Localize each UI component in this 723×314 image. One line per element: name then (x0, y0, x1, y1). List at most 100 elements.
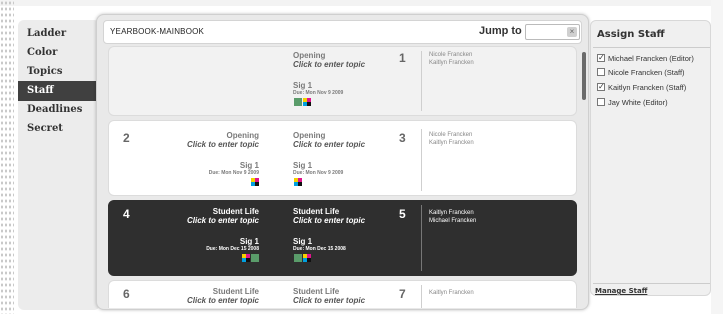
nav-item-secret[interactable]: Secret (18, 119, 100, 139)
page-title: Student Life (293, 207, 340, 216)
page-number: 4 (123, 207, 130, 221)
due-date: Due: Mon Dec 15 2008 (293, 246, 346, 252)
color-icon (303, 254, 311, 262)
topic-field[interactable]: Click to enter topic (159, 296, 259, 305)
page-right[interactable]: Student Life Click to enter topic Sig 1 … (293, 207, 393, 263)
photo-icon (251, 254, 259, 262)
status-icons (293, 254, 393, 263)
staff-name: Kaitlyn Francken (429, 60, 474, 66)
topic-field[interactable]: Click to enter topic (293, 296, 393, 305)
color-icon (303, 98, 311, 106)
page-right[interactable]: Opening Click to enter topic Sig 1 Due: … (293, 51, 393, 107)
topic-field[interactable]: Click to enter topic (293, 60, 393, 69)
color-icon (251, 178, 259, 186)
due-date: Due: Mon Nov 9 2009 (208, 170, 259, 176)
page-title: Opening (226, 131, 259, 140)
scrollbar[interactable] (582, 46, 586, 308)
page-number: 6 (123, 287, 130, 301)
manage-staff-link[interactable]: Manage Staff (595, 287, 647, 295)
assigned-staff: Nicole Francken Kaitlyn Francken (429, 131, 474, 147)
page-left[interactable]: Student Life Click to enter topic Sig 1 … (159, 207, 259, 263)
panel-header: YEARBOOK-MAINBOOK Jump to × (103, 20, 582, 44)
due-date: Due: Mon Nov 9 2009 (293, 170, 344, 176)
page-right[interactable]: Opening Click to enter topic Sig 1 Due: … (293, 131, 393, 187)
staff-option-label: Michael Francken (Editor) (608, 54, 694, 63)
signature-label: Sig 1 (293, 237, 313, 246)
staff-option[interactable]: Nicole Francken (Staff) (597, 67, 685, 79)
staff-name: Kaitlyn Francken (429, 210, 474, 216)
book-title: YEARBOOK-MAINBOOK (110, 27, 205, 36)
staff-name: Michael Francken (429, 218, 477, 224)
page-number: 3 (399, 131, 406, 145)
spread-list[interactable]: Opening Click to enter topic Sig 1 Due: … (103, 46, 582, 308)
checkbox-checked[interactable] (597, 81, 605, 93)
page-left[interactable]: Opening Click to enter topic Sig 1 Due: … (159, 131, 259, 187)
nav-item-staff[interactable]: Staff (18, 81, 100, 101)
photo-icon (294, 98, 302, 106)
jump-to-label: Jump to (479, 25, 522, 37)
page-number: 1 (399, 51, 406, 65)
page-title: Student Life (293, 287, 340, 296)
background-band-right (711, 0, 723, 314)
staff-name: Kaitlyn Francken (429, 290, 474, 296)
scroll-thumb[interactable] (582, 52, 586, 100)
page-title: Opening (293, 51, 326, 60)
signature-label: Sig 1 (293, 161, 313, 170)
page-left[interactable]: Student Life Click to enter topic (159, 287, 259, 305)
divider (593, 283, 710, 284)
divider (421, 51, 422, 111)
status-icons (159, 254, 259, 263)
page-title: Opening (293, 131, 326, 140)
photo-icon (294, 254, 302, 262)
staff-name: Nicole Francken (429, 52, 473, 58)
ladder-panel: YEARBOOK-MAINBOOK Jump to × Opening Clic… (96, 14, 589, 310)
spread-row[interactable]: Opening Click to enter topic Sig 1 Due: … (108, 46, 577, 116)
staff-name: Kaitlyn Francken (429, 140, 474, 146)
signature-label: Sig 1 (293, 81, 313, 90)
page-number: 7 (399, 287, 406, 301)
staff-option[interactable]: Jay White (Editor) (597, 97, 668, 109)
assign-staff-title: Assign Staff (597, 29, 665, 40)
page-title: Student Life (212, 287, 259, 296)
spread-row[interactable]: 6 Student Life Click to enter topic Stud… (108, 280, 577, 308)
signature-label: Sig 1 (239, 237, 259, 246)
nav-item-deadlines[interactable]: Deadlines (18, 100, 100, 120)
checkbox-checked[interactable] (597, 52, 605, 64)
assigned-staff: Kaitlyn Francken (429, 289, 474, 297)
assigned-staff: Nicole Francken Kaitlyn Francken (429, 51, 474, 67)
divider (421, 285, 422, 308)
topic-field[interactable]: Click to enter topic (159, 140, 259, 149)
topic-field[interactable]: Click to enter topic (293, 216, 393, 225)
checkbox-unchecked[interactable] (597, 68, 605, 77)
jump-to-input[interactable]: × (525, 24, 580, 40)
staff-name: Nicole Francken (429, 132, 473, 138)
due-date: Due: Mon Dec 15 2008 (206, 246, 259, 252)
divider (421, 205, 422, 271)
background-band (0, 0, 723, 6)
color-icon (294, 178, 302, 186)
divider (421, 129, 422, 191)
assigned-staff: Kaitlyn Francken Michael Francken (429, 209, 476, 225)
divider (593, 47, 710, 48)
signature-label: Sig 1 (239, 161, 259, 170)
spread-row-selected[interactable]: 4 Student Life Click to enter topic Sig … (108, 200, 577, 276)
page-right[interactable]: Student Life Click to enter topic (293, 287, 393, 305)
clear-icon[interactable]: × (567, 27, 577, 37)
checkbox-unchecked[interactable] (597, 98, 605, 107)
nav-item-color[interactable]: Color (18, 43, 100, 63)
topic-field[interactable]: Click to enter topic (293, 140, 393, 149)
status-icons (293, 178, 393, 187)
page-title: Student Life (212, 207, 259, 216)
staff-option[interactable]: Kaitlyn Francken (Staff) (597, 81, 687, 94)
nav-item-topics[interactable]: Topics (18, 62, 100, 82)
sidebar-nav: Ladder Color Topics Staff Deadlines Secr… (18, 20, 100, 310)
nav-item-ladder[interactable]: Ladder (18, 24, 100, 44)
spread-row[interactable]: 2 Opening Click to enter topic Sig 1 Due… (108, 120, 577, 196)
status-icons (159, 178, 259, 187)
staff-option[interactable]: Michael Francken (Editor) (597, 52, 694, 65)
staff-option-label: Kaitlyn Francken (Staff) (608, 83, 687, 92)
status-icons (293, 98, 393, 107)
topic-field[interactable]: Click to enter topic (159, 216, 259, 225)
color-icon (242, 254, 250, 262)
staff-option-label: Jay White (Editor) (608, 98, 668, 107)
